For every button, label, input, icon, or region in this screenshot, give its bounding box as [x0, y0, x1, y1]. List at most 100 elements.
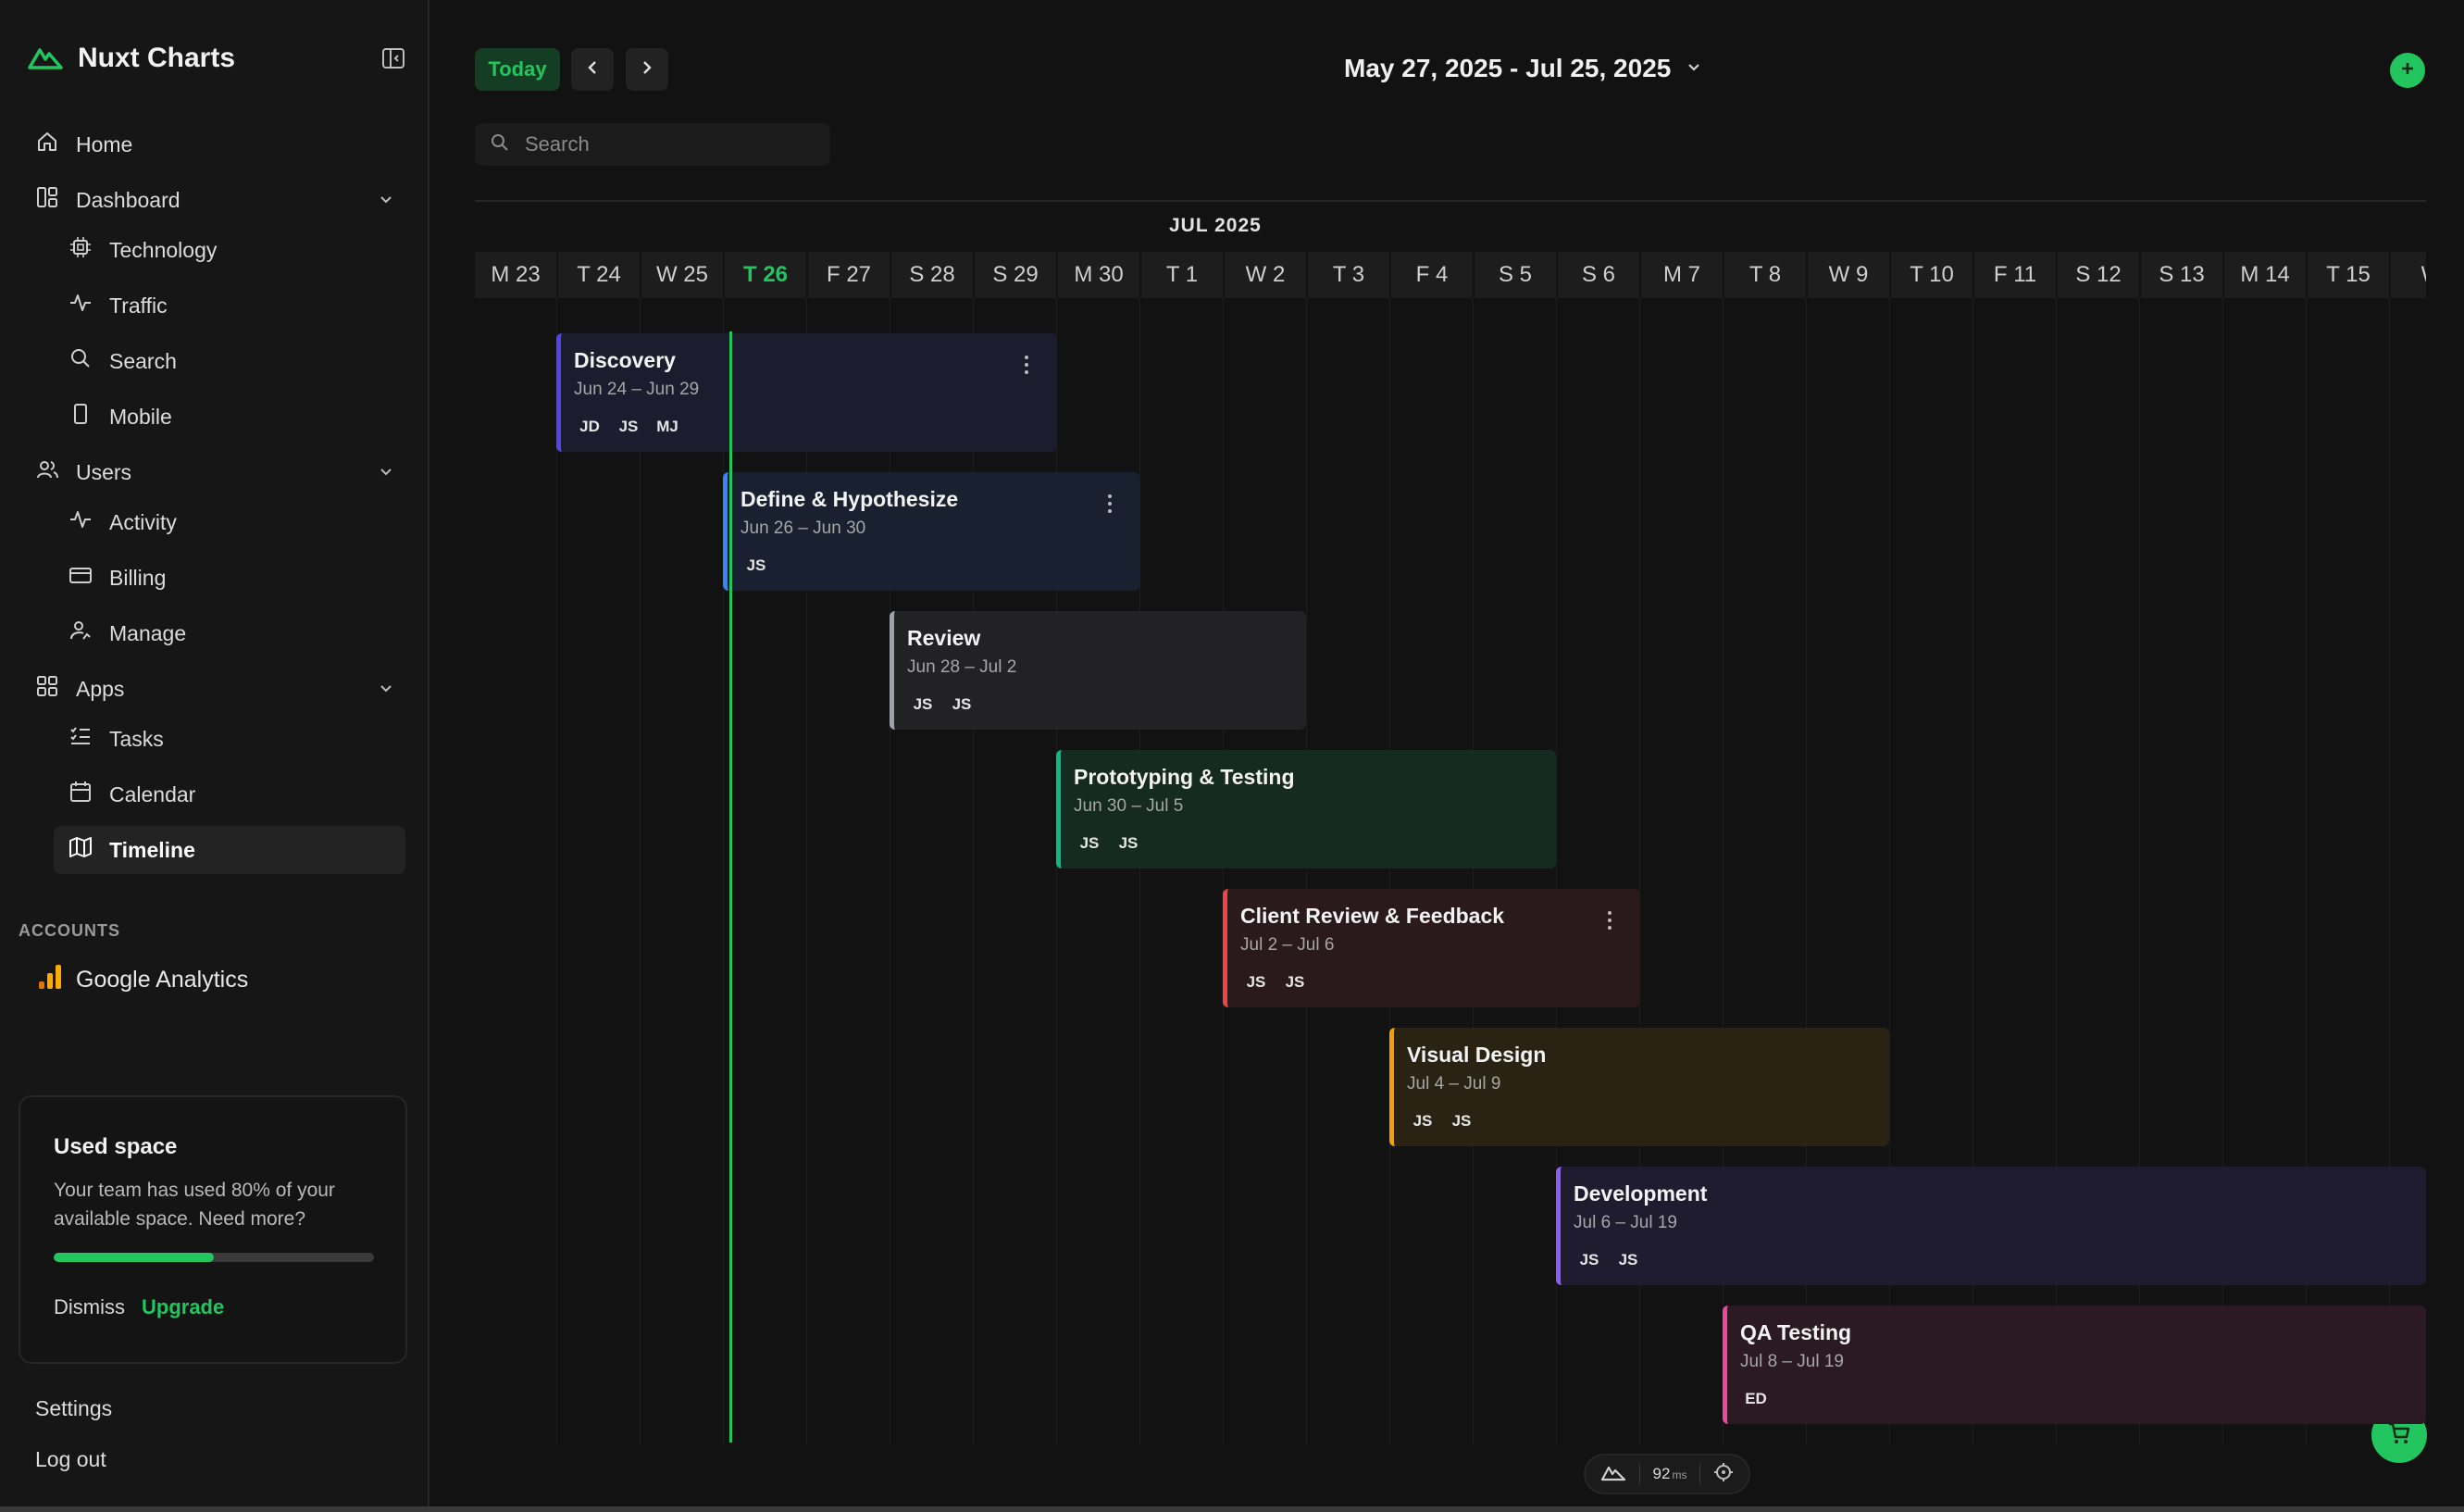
add-task-button[interactable]	[2390, 53, 2425, 88]
more-vertical-icon[interactable]	[1108, 494, 1112, 513]
day-header: F 4	[1389, 252, 1473, 298]
divider	[1638, 1464, 1640, 1484]
sidebar-item-traffic[interactable]: Traffic	[54, 281, 405, 330]
grid-line	[723, 298, 724, 1444]
date-range-label: May 27, 2025 - Jul 25, 2025	[1344, 54, 1672, 82]
search-icon	[490, 132, 510, 157]
assignee-avatar[interactable]: JD	[574, 413, 605, 441]
sidebar-item-activity[interactable]: Activity	[54, 498, 405, 546]
previous-button[interactable]	[571, 48, 614, 91]
assignee-avatar[interactable]: JS	[1113, 830, 1144, 857]
sidebar-item-home[interactable]: Home	[35, 120, 396, 169]
timeline-task[interactable]: Client Review & Feedback Jul 2 – Jul 6 JS J…	[1223, 889, 1639, 1007]
brand[interactable]: Nuxt Charts	[28, 43, 235, 74]
day-header: W 9	[1806, 252, 1889, 298]
sidebar-item-dashboard[interactable]: Dashboard	[35, 176, 396, 224]
day-header: T 26	[723, 252, 806, 298]
chevron-down-icon[interactable]	[376, 461, 396, 487]
assignee-avatar[interactable]: JS	[1240, 968, 1272, 996]
task-dates: Jul 8 – Jul 19	[1740, 1352, 1844, 1371]
assignee-avatar[interactable]: JS	[907, 691, 939, 719]
accounts-section-label: ACCOUNTS	[19, 921, 120, 940]
chevron-down-icon[interactable]	[376, 678, 396, 704]
assignee-avatar[interactable]: JS	[946, 691, 977, 719]
sidebar-item-billing[interactable]: Billing	[54, 554, 405, 602]
sidebar-item-label: Search	[109, 348, 177, 373]
assignee-avatar[interactable]: JS	[1574, 1246, 1605, 1274]
timeline-task[interactable]: Define & Hypothesize Jun 26 – Jun 30 JS	[723, 472, 1139, 591]
timeline-task[interactable]: Discovery Jun 24 – Jun 29 JD JS MJ	[556, 333, 1056, 452]
more-vertical-icon[interactable]	[1608, 911, 1612, 930]
task-dates: Jun 30 – Jul 5	[1074, 796, 1184, 816]
sidebar-item-mobile[interactable]: Mobile	[54, 393, 405, 441]
sidebar: Nuxt Charts Home Dashboard Technology Tr…	[0, 0, 429, 1512]
credit-card-icon	[68, 563, 93, 593]
assignee-avatar[interactable]: JS	[1407, 1107, 1438, 1135]
day-header: M 30	[1056, 252, 1139, 298]
sidebar-collapse-button[interactable]	[380, 46, 407, 74]
crosshair-icon[interactable]	[1713, 1462, 1734, 1487]
used-space-title: Used space	[54, 1134, 178, 1159]
chevron-down-icon[interactable]	[376, 189, 396, 215]
assignee-avatar[interactable]: ED	[1740, 1385, 1772, 1413]
layout-icon	[35, 185, 59, 215]
used-space-card: Used space Your team has used 80% of you…	[19, 1095, 407, 1364]
day-header: S 5	[1473, 252, 1556, 298]
task-dates: Jul 4 – Jul 9	[1407, 1074, 1501, 1093]
date-range-selector[interactable]: May 27, 2025 - Jul 25, 2025	[1344, 54, 1704, 83]
timeline-task[interactable]: Development Jul 6 – Jul 19 JS JS	[1556, 1167, 2426, 1285]
performance-badge: 92 ms	[1584, 1454, 1750, 1494]
account-google-analytics[interactable]: Google Analytics	[37, 963, 248, 997]
sidebar-item-search[interactable]: Search	[54, 337, 405, 385]
task-title: Discovery	[574, 348, 676, 372]
assignee-avatar[interactable]: JS	[1074, 830, 1105, 857]
assignee-avatar[interactable]: JS	[1279, 968, 1311, 996]
chevron-down-icon	[1684, 54, 1704, 83]
house-icon	[35, 130, 59, 159]
timeline-task[interactable]: Visual Design Jul 4 – Jul 9 JS JS	[1389, 1028, 1889, 1146]
assignee-avatar[interactable]: JS	[613, 413, 644, 441]
sidebar-item-manage[interactable]: Manage	[54, 609, 405, 657]
next-button[interactable]	[626, 48, 668, 91]
task-dates: Jun 24 – Jun 29	[574, 380, 700, 399]
logout-link[interactable]: Log out	[35, 1447, 106, 1472]
task-title: Visual Design	[1407, 1043, 1547, 1067]
timeline-task[interactable]: Prototyping & Testing Jun 30 – Jul 5 JS JS	[1056, 750, 1556, 868]
timeline-task[interactable]: Review Jun 28 – Jul 2 JS JS	[890, 611, 1306, 730]
sidebar-item-tasks[interactable]: Tasks	[54, 715, 405, 763]
assignee-avatar[interactable]: JS	[740, 552, 772, 580]
upgrade-button[interactable]: Upgrade	[142, 1295, 224, 1319]
shopping-cart-icon	[2386, 1420, 2412, 1451]
more-vertical-icon[interactable]	[1025, 356, 1028, 374]
sidebar-item-timeline[interactable]: Timeline	[54, 826, 405, 874]
nuxt-logo-icon	[1600, 1463, 1626, 1486]
app-name: Nuxt Charts	[78, 43, 236, 73]
timeline-task[interactable]: QA Testing Jul 8 – Jul 19 ED	[1723, 1306, 2426, 1424]
sidebar-item-users[interactable]: Users	[35, 448, 396, 496]
sidebar-item-label: Traffic	[109, 293, 168, 318]
sidebar-item-apps[interactable]: Apps	[35, 665, 396, 713]
sidebar-item-technology[interactable]: Technology	[54, 226, 405, 274]
settings-link[interactable]: Settings	[35, 1396, 112, 1421]
sidebar-item-calendar[interactable]: Calendar	[54, 770, 405, 818]
task-dates: Jun 26 – Jun 30	[740, 519, 866, 538]
cpu-icon	[68, 235, 93, 265]
grid-line	[806, 298, 807, 1444]
search-input[interactable]	[523, 131, 823, 157]
used-space-progress-fill	[54, 1253, 214, 1262]
assignee-avatar[interactable]: JS	[1612, 1246, 1644, 1274]
chevron-right-icon	[637, 57, 657, 82]
task-dates: Jul 2 – Jul 6	[1240, 935, 1335, 955]
search-box[interactable]	[475, 123, 830, 166]
today-button[interactable]: Today	[475, 48, 560, 91]
used-space-progress	[54, 1253, 374, 1262]
task-assignees: JD JS MJ	[574, 413, 683, 441]
day-header: F 11	[1972, 252, 2056, 298]
grid-line	[556, 298, 557, 1444]
account-name: Google Analytics	[76, 967, 249, 993]
day-header: T 24	[556, 252, 640, 298]
day-header: T 3	[1306, 252, 1389, 298]
assignee-avatar[interactable]: JS	[1446, 1107, 1477, 1135]
dismiss-button[interactable]: Dismiss	[54, 1295, 125, 1319]
assignee-avatar[interactable]: MJ	[652, 413, 683, 441]
